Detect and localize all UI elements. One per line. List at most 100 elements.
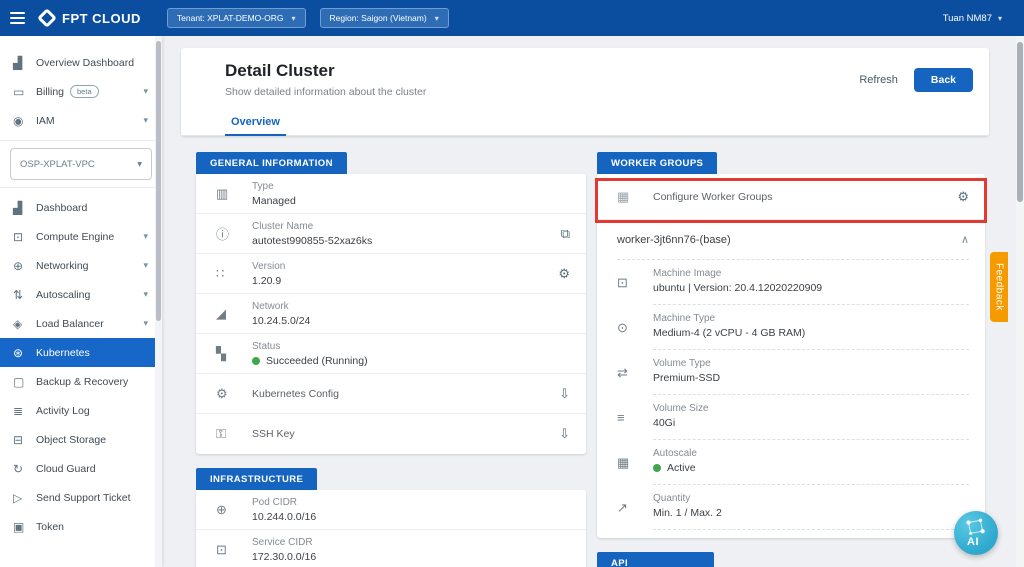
monitor-icon: ⊡: [216, 542, 252, 558]
brand-logo[interactable]: FPT CLOUD: [40, 11, 141, 26]
main-content: Detail Cluster Show detailed information…: [162, 36, 1024, 567]
sidebar-item-iam[interactable]: ◉ IAM ▾: [0, 106, 162, 135]
window-scrollbar-thumb[interactable]: [1017, 42, 1023, 202]
region-selector[interactable]: Region: Saigon (Vietnam) ▾: [320, 8, 449, 28]
sidebar-item-dashboard[interactable]: ▟ Dashboard: [0, 193, 162, 222]
activity-log-icon: ≣: [13, 404, 36, 418]
globe-icon: ⊕: [216, 502, 252, 518]
sidebar-item-label: Billingbeta: [36, 85, 143, 98]
app-root: FPT CLOUD Tenant: XPLAT-DEMO-ORG ▾ Regio…: [0, 0, 1024, 567]
trend-icon: ↗: [617, 500, 653, 516]
sidebar-item-label: Dashboard: [36, 202, 148, 214]
info-row-network: ◢ Network 10.24.5.0/24: [196, 294, 586, 334]
row-label: Machine Image: [653, 268, 969, 279]
sidebar-item-send-support-ticket[interactable]: ▷ Send Support Ticket: [0, 483, 162, 512]
sidebar-item-object-storage[interactable]: ⊟ Object Storage: [0, 425, 162, 454]
row-label: Volume Size: [653, 403, 969, 414]
kubernetes-icon: ⊛: [13, 346, 36, 360]
grid-icon: ▦: [617, 189, 653, 205]
sidebar-item-billing[interactable]: ▭ Billingbeta ▾: [0, 77, 162, 106]
chevron-down-icon: ▾: [143, 289, 148, 300]
sidebar-item-token[interactable]: ▣ Token: [0, 512, 162, 541]
sidebar-item-label: IAM: [36, 115, 143, 127]
type-icon: ▥: [216, 186, 252, 202]
info-row-cluster-name: ⓘ Cluster Name autotest990855-52xaz6ks ⧉: [196, 214, 586, 254]
send-icon: ▷: [13, 491, 36, 505]
row-value: Min. 1 / Max. 2: [653, 507, 969, 519]
chevron-down-icon: ▾: [998, 14, 1002, 23]
general-information-card: ▥ Type Managed ⓘ Cluster Name autotest99…: [196, 174, 586, 454]
top-bar: FPT CLOUD Tenant: XPLAT-DEMO-ORG ▾ Regio…: [0, 0, 1024, 36]
key-icon: ⚿: [216, 426, 252, 442]
sidebar-item-load-balancer[interactable]: ◈ Load Balancer ▾: [0, 309, 162, 338]
tenant-label: Tenant: XPLAT-DEMO-ORG: [177, 13, 284, 23]
list-icon: ≡: [617, 410, 653, 425]
info-icon: ⓘ: [216, 224, 252, 243]
configure-worker-groups-row[interactable]: ▦ Configure Worker Groups ⚙: [597, 174, 985, 220]
info-row-ssh-key: ⚿ SSH Key ⇩: [196, 414, 586, 454]
sidebar-item-networking[interactable]: ⊕ Networking ▾: [0, 251, 162, 280]
sidebar-item-autoscaling[interactable]: ⇅ Autoscaling ▾: [0, 280, 162, 309]
ai-assistant-button[interactable]: AI: [954, 511, 998, 555]
tab-overview[interactable]: Overview: [225, 109, 286, 136]
vpc-select[interactable]: OSP-XPLAT-VPC ▾: [10, 148, 152, 180]
copy-icon[interactable]: ⧉: [561, 226, 570, 242]
info-row-type: ▥ Type Managed: [196, 174, 586, 214]
network-icon: ◢: [216, 306, 252, 322]
sidebar-item-cloud-guard[interactable]: ↻ Cloud Guard: [0, 454, 162, 483]
infrastructure-header: INFRASTRUCTURE: [196, 468, 317, 490]
download-icon[interactable]: ⇩: [559, 426, 570, 442]
sidebar-item-activity-log[interactable]: ≣ Activity Log: [0, 396, 162, 425]
chevron-up-icon[interactable]: ∧: [961, 233, 969, 246]
tenant-selector[interactable]: Tenant: XPLAT-DEMO-ORG ▾: [167, 8, 306, 28]
globe-icon: ⊕: [13, 259, 36, 273]
user-menu[interactable]: Tuan NM87 ▾: [943, 13, 1002, 24]
info-row-status: ▚ Status Succeeded (Running): [196, 334, 586, 374]
power-icon: ⊙: [617, 320, 653, 336]
worker-row-machine-image: ⊡ Machine Image ubuntu | Version: 20.4.1…: [597, 260, 985, 305]
refresh-button[interactable]: Refresh: [859, 74, 898, 86]
window-scrollbar[interactable]: [1016, 36, 1024, 567]
info-row-pod-cidr: ⊕ Pod CIDR 10.244.0.0/16: [196, 490, 586, 530]
worker-row-autoscale: ▦ Autoscale Active: [597, 440, 985, 485]
sidebar-item-kubernetes[interactable]: ⊛ Kubernetes: [0, 338, 162, 367]
info-row-service-cidr: ⊡ Service CIDR 172.30.0.0/16: [196, 530, 586, 567]
hamburger-menu-icon[interactable]: [0, 0, 34, 36]
autoscaling-icon: ⇅: [13, 288, 36, 302]
worker-group-toggle[interactable]: worker-3jt6nn76-(base) ∧: [617, 220, 969, 260]
row-label: Network: [252, 301, 570, 312]
feedback-tab[interactable]: Feedback: [990, 252, 1008, 322]
row-label: Kubernetes Config: [252, 388, 559, 400]
worker-groups-card: ▦ Configure Worker Groups ⚙ worker-3jt6n…: [597, 174, 985, 538]
billing-icon: ▭: [13, 85, 36, 99]
row-label: Volume Type: [653, 358, 969, 369]
chevron-down-icon: ▾: [435, 14, 439, 23]
api-header: API: [597, 552, 714, 567]
storage-icon: ⊟: [13, 433, 36, 447]
status-icon: ▚: [216, 346, 252, 362]
chevron-down-icon: ▾: [143, 318, 148, 329]
sidebar-item-label: Token: [36, 521, 148, 533]
sidebar-item-compute-engine[interactable]: ⊡ Compute Engine ▾: [0, 222, 162, 251]
sidebar-scrollbar[interactable]: [155, 36, 162, 567]
row-value: Managed: [252, 195, 570, 207]
beta-badge: beta: [70, 85, 99, 98]
arrows-icon: ⇄: [617, 365, 653, 381]
sidebar-item-backup-recovery[interactable]: ▢ Backup & Recovery: [0, 367, 162, 396]
configure-worker-groups-label: Configure Worker Groups: [653, 191, 957, 203]
right-column: WORKER GROUPS ▦ Configure Worker Groups …: [597, 152, 985, 567]
download-icon[interactable]: ⇩: [559, 386, 570, 402]
chevron-down-icon: ▾: [143, 115, 148, 126]
monitor-icon: ⊡: [13, 230, 36, 244]
row-label: Type: [252, 181, 570, 192]
gear-icon[interactable]: ⚙: [957, 189, 969, 205]
back-button[interactable]: Back: [914, 68, 973, 92]
worker-row-volume-type: ⇄ Volume Type Premium-SSD: [597, 350, 985, 395]
token-icon: ▣: [13, 520, 36, 534]
gear-icon[interactable]: ⚙: [558, 266, 570, 282]
row-label: Quantity: [653, 493, 969, 504]
sidebar-scrollbar-thumb[interactable]: [156, 41, 161, 321]
chevron-down-icon: ▾: [137, 159, 142, 170]
sidebar-item-overview-dashboard[interactable]: ▟ Overview Dashboard: [0, 48, 162, 77]
sidebar-item-label: Networking: [36, 260, 143, 272]
